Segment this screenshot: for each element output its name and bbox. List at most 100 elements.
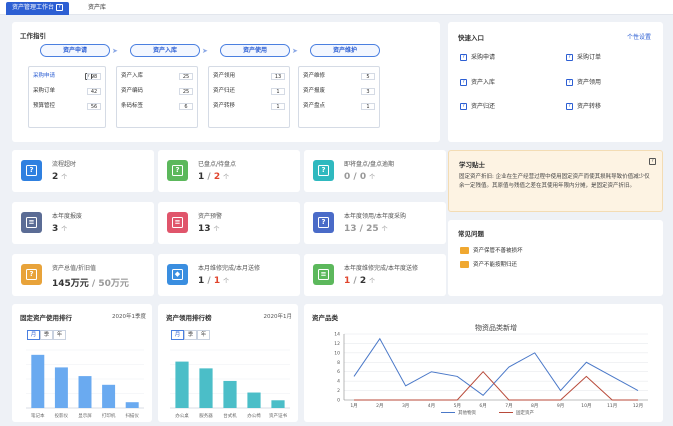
wf-row[interactable]: 资产维修 5 xyxy=(303,72,375,81)
wf-row-count: 98 xyxy=(87,73,101,80)
stat-card[interactable]: ≡ 本年度报废 3 个 xyxy=(12,202,154,244)
stat-value-part: 1 xyxy=(213,276,221,286)
help-icon[interactable]: ? xyxy=(55,4,63,11)
wf-row-count: 42 xyxy=(87,88,101,95)
stat-unit: 个 xyxy=(223,174,230,181)
wf-row[interactable]: 采购订单 42 xyxy=(33,87,101,96)
segment-month[interactable]: 月 xyxy=(27,330,40,340)
help-icon: ? xyxy=(460,54,467,61)
stat-card[interactable]: ? 本年度领用/本年度采购 13 / 25 个 xyxy=(304,202,446,244)
arrow-icon: ➤ xyxy=(202,47,208,55)
stat-label: 已盘点/待盘点 xyxy=(198,161,237,168)
y-tick-label: 10 xyxy=(334,350,340,356)
stat-card[interactable]: ◆ 本月维修完成/本月送修 1 / 1个 xyxy=(158,254,300,296)
stage-maintain-box: 资产维修 5 资产报废 3 资产盘点 1 xyxy=(298,66,380,128)
segment-year[interactable]: 年 xyxy=(53,330,66,340)
segment-year[interactable]: 年 xyxy=(197,330,210,340)
wf-row-label: 预算管控 xyxy=(33,103,56,109)
y-tick-label: 0 xyxy=(337,398,340,404)
stat-value-part: / xyxy=(88,279,99,289)
quick-item[interactable]: ? 资产领用 xyxy=(566,78,601,87)
y-tick-label: 8 xyxy=(337,360,340,366)
stat-value-part: / xyxy=(350,172,360,182)
stat-label: 资产总值/折旧值 xyxy=(52,265,97,272)
help-icon: ? xyxy=(460,79,467,86)
stat-icon-glyph: ≡ xyxy=(26,217,37,228)
stat-value-part: / xyxy=(356,224,367,234)
x-tick-label: 11月 xyxy=(607,403,617,409)
stat-value-number: 2 xyxy=(52,172,59,182)
wf-row[interactable]: 采购申请? 98 xyxy=(33,72,101,81)
faq-panel: 常见问题 资产保管不善被损坏 资产不能按期归还 xyxy=(448,220,663,296)
chart-title: 物资品类新增 xyxy=(475,323,517,332)
wf-row[interactable]: 资产入库 25 xyxy=(121,72,193,81)
x-tick-label: 办公椅 xyxy=(247,412,261,419)
faq-item[interactable]: 资产保管不善被损坏 xyxy=(460,247,523,256)
bar xyxy=(102,384,116,408)
stage-inbound[interactable]: 资产入库 xyxy=(130,44,200,57)
wf-row[interactable]: 资产编码 25 xyxy=(121,87,193,96)
wf-row-count: 25 xyxy=(179,73,193,80)
wf-row[interactable]: 预算管控 56 xyxy=(33,102,101,111)
stat-card[interactable]: ? 已盘点/待盘点 1 / 2个 xyxy=(158,150,300,192)
quick-item[interactable]: ? 资产归还 xyxy=(460,102,495,111)
wf-row[interactable]: 资产领用 13 xyxy=(213,72,285,81)
wf-row[interactable]: 资产归还 1 xyxy=(213,87,285,96)
bar xyxy=(125,402,139,408)
series-line xyxy=(354,370,638,401)
stat-card[interactable]: ≡ 资产预警 13 个 xyxy=(158,202,300,244)
stat-icon: ≡ xyxy=(167,212,188,233)
stat-label: 资产预警 xyxy=(198,213,223,220)
wf-row-count: 1 xyxy=(271,103,285,110)
quick-item-label: 资产转移 xyxy=(577,103,602,110)
wf-row[interactable]: 资产报废 3 xyxy=(303,87,375,96)
segment-quarter[interactable]: 季 xyxy=(184,330,197,340)
stat-icon: ? xyxy=(21,264,42,285)
quick-item[interactable]: ? 资产转移 xyxy=(566,102,601,111)
quick-item[interactable]: ? 采购申请 xyxy=(460,53,495,62)
stat-card[interactable]: ? 资产总值/折旧值 145万元 / 50万元 xyxy=(12,254,154,296)
chat-icon xyxy=(460,247,469,254)
x-tick-label: 笔记本 xyxy=(31,412,45,419)
wf-row-label: 资产转移 xyxy=(213,103,236,109)
x-tick-label: 服务器 xyxy=(199,412,213,419)
quick-item[interactable]: ? 采购订单 xyxy=(566,53,601,62)
tab-workbench[interactable]: 资产管理工作台 ? xyxy=(6,2,69,15)
personalize-link[interactable]: 个性设置 xyxy=(627,32,651,41)
stage-maintain[interactable]: 资产维护 xyxy=(310,44,380,57)
stat-card[interactable]: ≡ 本年度维修完成/本年度送修 1 / 2个 xyxy=(304,254,446,296)
stage-use-box: 资产领用 13 资产归还 1 资产转移 1 xyxy=(208,66,290,128)
stat-card[interactable]: ? 流程超时 2 个 xyxy=(12,150,154,192)
segment-quarter[interactable]: 季 xyxy=(40,330,53,340)
wf-row-count: 1 xyxy=(361,103,375,110)
stat-value-part: / xyxy=(204,172,214,182)
wf-row[interactable]: 资产转移 1 xyxy=(213,102,285,111)
tab-bar: 资产管理工作台 ? 资产库 xyxy=(0,0,673,15)
stat-icon: ? xyxy=(21,160,42,181)
stat-card[interactable]: ? 即将盘点/盘点逾期 0 / 0个 xyxy=(304,150,446,192)
faq-item-label: 资产保管不善被损坏 xyxy=(473,248,523,254)
wf-row-label: 资产入库 xyxy=(121,73,144,79)
wf-row-label: 资产维修 xyxy=(303,73,326,79)
quick-item[interactable]: ? 资产入库 xyxy=(460,78,495,87)
bar xyxy=(78,376,92,408)
stat-icon-glyph: ◆ xyxy=(172,269,183,280)
wf-row[interactable]: 条码标签 6 xyxy=(121,102,193,111)
x-tick-label: 资产证书 xyxy=(269,412,287,419)
legend-label: 其他物资 xyxy=(458,409,476,416)
bar xyxy=(271,400,285,408)
faq-item[interactable]: 资产不能按期归还 xyxy=(460,261,517,270)
chat-icon xyxy=(460,261,469,268)
x-tick-label: 4月 xyxy=(428,403,435,409)
tab-asset-library[interactable]: 资产库 xyxy=(82,2,112,15)
stat-icon: ≡ xyxy=(21,212,42,233)
stage-use[interactable]: 资产使用 xyxy=(220,44,290,57)
stat-value-part: 145万元 xyxy=(52,279,89,289)
stage-apply[interactable]: 资产申请 xyxy=(40,44,110,57)
stage-inbound-box: 资产入库 25 资产编码 25 条码标签 6 xyxy=(116,66,198,128)
wf-row[interactable]: 资产盘点 1 xyxy=(303,102,375,111)
bar xyxy=(54,367,68,408)
segment-month[interactable]: 月 xyxy=(171,330,184,340)
stat-icon: ? xyxy=(313,212,334,233)
stat-icon-glyph: ≡ xyxy=(172,217,183,228)
